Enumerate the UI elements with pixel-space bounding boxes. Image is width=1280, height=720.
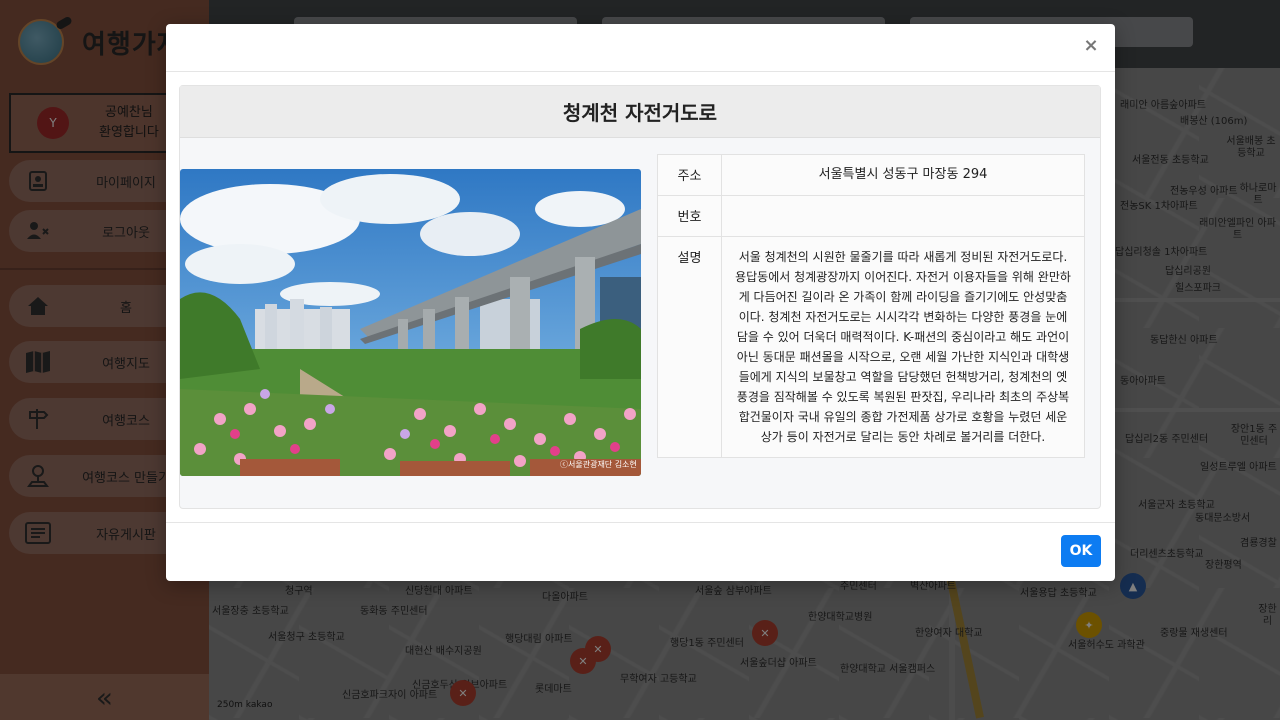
place-title: 청계천 자전거도로 xyxy=(180,86,1100,138)
description-row: 설명 서울 청계천의 시원한 물줄기를 따라 새롭게 정비된 자전거도로다. 용… xyxy=(657,236,1085,458)
place-detail-panel: 청계천 자전거도로 ⓒ서울관광재단 김소현 주소 서울특별시 성동구 마장동 2… xyxy=(179,85,1101,509)
photo-credit: ⓒ서울관광재단 김소현 xyxy=(560,459,637,469)
modal-footer: OK xyxy=(166,522,1115,581)
description-key: 설명 xyxy=(657,236,722,458)
place-info-table: 주소 서울특별시 성동구 마장동 294 번호 설명 서울 청계천의 시원한 물… xyxy=(657,154,1085,458)
address-row: 주소 서울특별시 성동구 마장동 294 xyxy=(657,154,1085,196)
phone-key: 번호 xyxy=(657,195,722,237)
bike-path-photo-image: ⓒ서울관광재단 김소현 xyxy=(180,169,641,476)
place-detail-modal: × 청계천 자전거도로 ⓒ서울관광재단 김소현 주소 서울특별시 성동구 마장동… xyxy=(166,24,1115,581)
description-value: 서울 청계천의 시원한 물줄기를 따라 새롭게 정비된 자전거도로다. 용답동에… xyxy=(721,236,1085,458)
address-value: 서울특별시 성동구 마장동 294 xyxy=(721,154,1085,196)
place-photo: ⓒ서울관광재단 김소현 xyxy=(180,169,641,476)
close-button[interactable]: × xyxy=(1081,36,1101,56)
phone-row: 번호 xyxy=(657,195,1085,237)
ok-button[interactable]: OK xyxy=(1061,535,1101,567)
phone-value xyxy=(721,195,1085,237)
address-key: 주소 xyxy=(657,154,722,196)
modal-header: × xyxy=(166,24,1115,72)
